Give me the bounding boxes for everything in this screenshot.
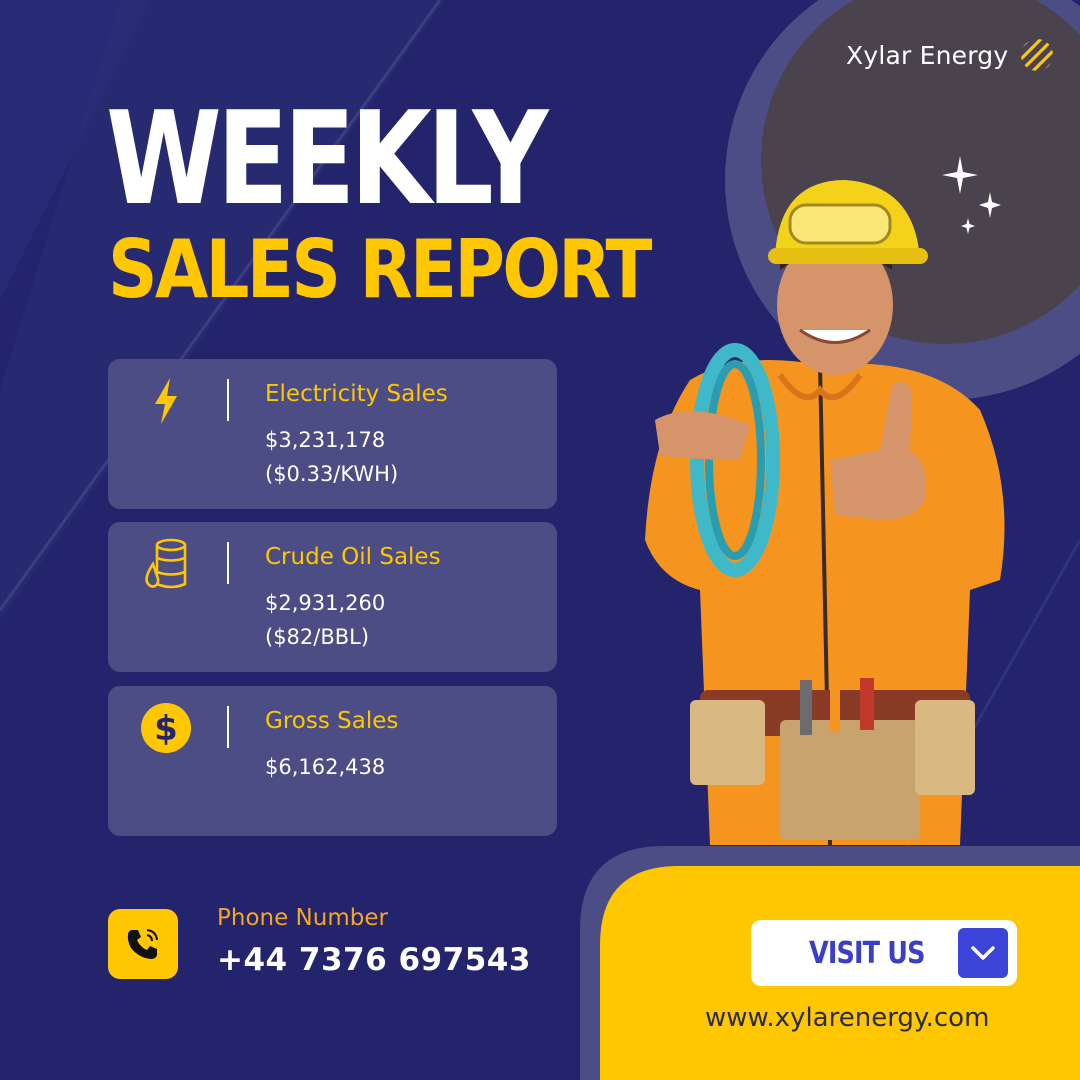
brand: Xylar Energy [846, 38, 1054, 72]
card-amount: $3,231,178 [265, 428, 386, 452]
card-value: $2,931,260 ($82/BBL) [265, 586, 385, 654]
chevron-down-icon[interactable] [958, 928, 1008, 978]
dollar-coin-icon: $ [140, 702, 192, 754]
card-amount: $2,931,260 [265, 591, 386, 615]
card-title: Crude Oil Sales [265, 544, 441, 570]
brand-name: Xylar Energy [846, 40, 1009, 70]
electricity-sales-card: Electricity Sales $3,231,178 ($0.33/KWH) [108, 359, 557, 509]
visit-us-button[interactable]: VISIT US [751, 920, 1017, 986]
lightning-icon [140, 375, 192, 427]
phone-number[interactable]: +44 7376 697543 [217, 942, 531, 978]
gross-sales-card: $ Gross Sales $6,162,438 [108, 686, 557, 836]
card-amount: $6,162,438 [265, 755, 386, 779]
sparkle-icon [942, 156, 1001, 234]
crude-oil-sales-card: Crude Oil Sales $2,931,260 ($82/BBL) [108, 522, 557, 672]
visit-us-label: VISIT US [809, 936, 925, 971]
phone-icon[interactable] [108, 909, 178, 979]
title-weekly: WEEKLY [106, 85, 548, 234]
title-sales-report: SALES REPORT [108, 223, 652, 316]
poster: Xylar Energy WEEKLY SALES REPORT Electri… [0, 0, 1080, 1080]
worker-photo [645, 180, 1005, 845]
striped-circle-logo-icon [1021, 39, 1054, 71]
card-title: Gross Sales [265, 708, 399, 734]
phone-label: Phone Number [217, 905, 388, 931]
card-divider [227, 379, 229, 421]
card-value: $3,231,178 ($0.33/KWH) [265, 423, 398, 491]
website-link[interactable]: www.xylarenergy.com [705, 1003, 989, 1033]
card-title: Electricity Sales [265, 381, 448, 407]
card-rate: ($0.33/KWH) [265, 462, 399, 486]
oil-barrel-icon [140, 538, 192, 590]
svg-text:$: $ [154, 709, 178, 749]
card-rate: ($82/BBL) [265, 625, 370, 649]
card-value: $6,162,438 [265, 750, 385, 784]
card-divider [227, 706, 229, 748]
card-divider [227, 542, 229, 584]
